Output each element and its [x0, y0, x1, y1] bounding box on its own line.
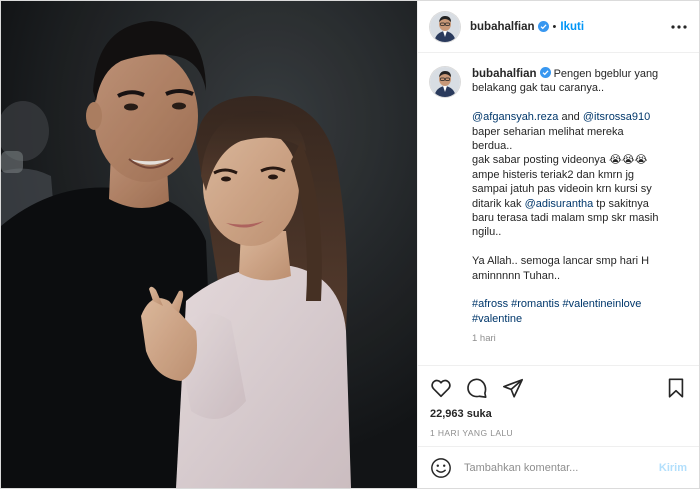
caption-row: bubahalfian Pengen bgeblur yang belakang …	[430, 67, 687, 347]
emoji-icon[interactable]	[430, 457, 452, 479]
caption-text-segment: belakang gak tau caranya..	[472, 82, 605, 95]
caption-text-segment: gak sabar posting videonya 😭😭😭	[472, 154, 648, 167]
caption-line: berdua..	[472, 139, 687, 153]
mention-link[interactable]: @afgansyah.reza	[472, 111, 558, 123]
caption-text-segment: and	[558, 111, 583, 124]
mention-link[interactable]: @adisurantha	[525, 198, 594, 210]
caption-line: ngilu..	[472, 225, 687, 239]
caption-line: baru terasa tadi malam smp skr masih	[472, 211, 687, 225]
post-side-panel: bubahalfian • Ikuti bubahalfian Pengen b…	[417, 1, 699, 488]
caption-text-segment: Pengen bgeblur yang	[553, 68, 659, 80]
more-options-icon[interactable]	[669, 17, 689, 37]
caption-text-segment: aminnnnn Tuhan..	[472, 269, 561, 282]
add-comment-form: Kirim	[418, 446, 699, 488]
follow-button[interactable]: Ikuti	[560, 21, 584, 33]
caption-time-ago[interactable]: 1 hari	[472, 332, 687, 346]
caption-line: @afgansyah.reza and @itsrossa910	[472, 110, 687, 124]
author-username[interactable]: bubahalfian	[470, 21, 535, 33]
verified-badge-icon	[539, 67, 551, 78]
caption-text-segment: berdua..	[472, 140, 513, 153]
caption-text-segment: ampe histeris teriak2 dan kmrn jg	[472, 168, 635, 181]
caption-line: aminnnnn Tuhan..	[472, 269, 687, 283]
hashtag-link[interactable]: #afross	[472, 298, 508, 310]
comment-input[interactable]	[464, 461, 659, 474]
caption-line: ditarik kak @adisurantha tp sakitnya	[472, 197, 687, 211]
post-header: bubahalfian • Ikuti	[418, 1, 699, 53]
instagram-post: bubahalfian • Ikuti bubahalfian Pengen b…	[0, 0, 700, 489]
author-avatar[interactable]	[430, 11, 460, 42]
caption-text-segment: sampai jatuh pas videoin krn kursi sy	[472, 183, 652, 196]
post-date: 1 HARI YANG LALU	[430, 428, 514, 438]
caption-text-segment: baru terasa tadi malam smp skr masih	[472, 212, 659, 225]
couple-photo-illustration	[1, 1, 417, 488]
caption-username[interactable]: bubahalfian	[472, 68, 537, 80]
caption-text-segment: ngilu..	[472, 226, 502, 239]
action-icons	[430, 370, 687, 406]
caption-line: bubahalfian Pengen bgeblur yang	[472, 67, 687, 81]
mention-link[interactable]: @itsrossa910	[583, 111, 650, 123]
caption-author-avatar[interactable]	[430, 67, 460, 97]
caption-text-segment: tp sakitnya	[593, 197, 649, 210]
post-photo[interactable]	[1, 1, 417, 488]
verified-badge-icon	[537, 21, 549, 32]
caption-line: gak sabar posting videonya 😭😭😭	[472, 153, 687, 167]
caption-line: #afross #romantis #valentineinlove	[472, 297, 687, 311]
hashtag-link[interactable]: #valentine	[472, 313, 522, 325]
avatar-image	[430, 11, 460, 42]
like-count[interactable]: 22,963 suka	[430, 408, 687, 420]
separator-dot: •	[552, 20, 557, 33]
send-comment-button[interactable]: Kirim	[659, 462, 687, 474]
caption-line: baper seharian melihat mereka	[472, 125, 687, 139]
caption-line: Ya Allah.. semoga lancar smp hari H	[472, 254, 687, 268]
caption-line: ampe histeris teriak2 dan kmrn jg	[472, 168, 687, 182]
post-actions: 22,963 suka 1 HARI YANG LALU	[418, 365, 699, 446]
hashtag-link[interactable]: #valentineinlove	[563, 298, 642, 310]
caption-text-segment: baper seharian melihat mereka	[472, 125, 624, 138]
comments-area: bubahalfian Pengen bgeblur yang belakang …	[418, 53, 699, 365]
avatar-image	[430, 67, 460, 97]
caption-line: sampai jatuh pas videoin krn kursi sy	[472, 182, 687, 196]
comment-icon[interactable]	[466, 377, 488, 399]
post-caption: bubahalfian Pengen bgeblur yang belakang …	[472, 67, 687, 347]
caption-line: #valentine	[472, 312, 687, 326]
caption-text-segment: Ya Allah.. semoga lancar smp hari H	[472, 255, 650, 268]
caption-text-segment: ditarik kak	[472, 197, 525, 210]
caption-line: belakang gak tau caranya..	[472, 81, 687, 95]
caption-text: bubahalfian Pengen bgeblur yang belakang …	[472, 67, 687, 326]
share-icon[interactable]	[502, 377, 524, 399]
hashtag-link[interactable]: #romantis	[511, 298, 559, 310]
heart-icon[interactable]	[430, 377, 452, 399]
bookmark-icon[interactable]	[665, 377, 687, 399]
